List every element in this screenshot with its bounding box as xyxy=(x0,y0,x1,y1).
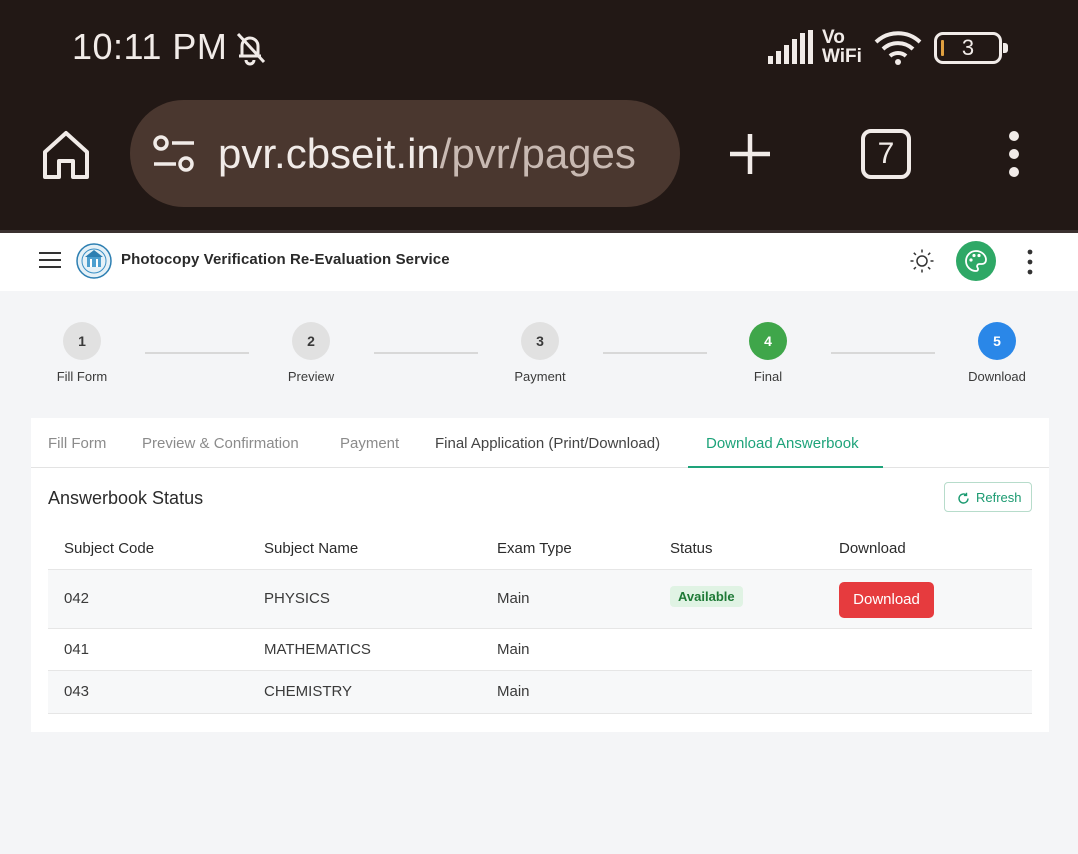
palette-icon xyxy=(965,250,987,272)
answerbook-table: Subject Code Subject Name Exam Type Stat… xyxy=(48,528,1032,714)
refresh-label: Refresh xyxy=(976,490,1022,505)
new-tab-icon[interactable] xyxy=(726,130,774,178)
tab-preview-confirmation[interactable]: Preview & Confirmation xyxy=(142,435,299,452)
hamburger-menu-icon[interactable] xyxy=(39,251,61,269)
site-settings-icon[interactable] xyxy=(152,133,196,175)
tab-switcher-button[interactable]: 7 xyxy=(861,129,911,179)
table-header: Subject Code Subject Name Exam Type Stat… xyxy=(48,528,1032,570)
progress-stepper: 1 Fill Form 2 Preview 3 Payment 4 Final … xyxy=(0,291,1078,401)
step-label: Download xyxy=(968,369,1026,384)
col-subject-code: Subject Code xyxy=(64,540,155,557)
step-label: Final xyxy=(753,369,783,384)
step-number: 3 xyxy=(521,322,559,360)
wifi-icon xyxy=(874,31,922,65)
step-connector xyxy=(145,352,249,354)
cell-subject-code: 041 xyxy=(64,641,90,658)
cell-exam-type: Main xyxy=(497,590,530,607)
section-title: Answerbook Status xyxy=(48,488,204,508)
step-number: 5 xyxy=(978,322,1016,360)
step-fill-form[interactable]: 1 Fill Form xyxy=(22,322,142,384)
browser-chrome: 10:11 PM Vo WiFi 3 pvr.cbseit.in/pvr/pag… xyxy=(0,0,1078,230)
cell-subject-code: 043 xyxy=(64,683,90,700)
cell-subject-name: CHEMISTRY xyxy=(264,683,353,700)
cell-subject-code: 042 xyxy=(64,590,90,607)
vowifi-indicator: Vo WiFi xyxy=(822,27,862,67)
col-subject-name: Subject Name xyxy=(264,540,359,557)
cell-subject-name: PHYSICS xyxy=(264,590,330,607)
tab-bar: Fill Form Preview & Confirmation Payment… xyxy=(31,418,1049,468)
theme-toggle-icon[interactable] xyxy=(910,249,934,273)
col-status: Status xyxy=(670,540,713,557)
step-connector xyxy=(374,352,478,354)
step-label: Preview xyxy=(287,369,335,384)
cell-exam-type: Main xyxy=(497,683,530,700)
active-tab-indicator xyxy=(688,466,883,468)
refresh-icon xyxy=(958,492,969,504)
tab-download-answerbook[interactable]: Download Answerbook xyxy=(706,435,859,452)
cell-subject-name: MATHEMATICS xyxy=(264,641,371,658)
url-bar[interactable]: pvr.cbseit.in/pvr/pages xyxy=(130,100,680,207)
bell-off-icon xyxy=(236,32,266,66)
browser-menu-icon[interactable] xyxy=(1002,130,1026,178)
cell-exam-type: Main xyxy=(497,641,530,658)
step-number: 1 xyxy=(63,322,101,360)
battery-indicator: 3 xyxy=(934,32,1008,64)
step-payment[interactable]: 3 Payment xyxy=(480,322,600,384)
app-menu-icon[interactable] xyxy=(1022,248,1038,276)
signal-icon xyxy=(768,30,813,64)
step-preview[interactable]: 2 Preview xyxy=(251,322,371,384)
url-text[interactable]: pvr.cbseit.in/pvr/pages xyxy=(218,130,636,178)
refresh-button[interactable]: Refresh xyxy=(944,482,1032,512)
table-row: 042 PHYSICS Main Available Download xyxy=(48,570,1032,629)
step-number: 4 xyxy=(749,322,787,360)
table-row: 043 CHEMISTRY Main xyxy=(48,671,1032,714)
col-exam-type: Exam Type xyxy=(497,540,572,557)
step-label: Fill Form xyxy=(56,369,108,384)
palette-button[interactable] xyxy=(956,241,996,281)
tab-fill-form[interactable]: Fill Form xyxy=(48,435,106,452)
step-connector xyxy=(603,352,707,354)
step-number: 2 xyxy=(292,322,330,360)
table-row: 041 MATHEMATICS Main xyxy=(48,629,1032,671)
home-icon[interactable] xyxy=(40,128,92,180)
app-title: Photocopy Verification Re-Evaluation Ser… xyxy=(121,251,450,268)
status-badge: Available xyxy=(670,586,743,607)
col-download: Download xyxy=(839,540,906,557)
cbse-logo xyxy=(76,243,112,279)
tab-final-application[interactable]: Final Application (Print/Download) xyxy=(435,435,660,452)
tab-payment[interactable]: Payment xyxy=(340,435,399,452)
step-final[interactable]: 4 Final xyxy=(708,322,828,384)
main-card: Fill Form Preview & Confirmation Payment… xyxy=(31,418,1049,732)
step-connector xyxy=(831,352,935,354)
app-header: Photocopy Verification Re-Evaluation Ser… xyxy=(0,230,1078,291)
step-label: Payment xyxy=(514,369,566,384)
download-button[interactable]: Download xyxy=(839,582,934,618)
step-download[interactable]: 5 Download xyxy=(937,322,1057,384)
status-time: 10:11 PM xyxy=(72,26,228,67)
